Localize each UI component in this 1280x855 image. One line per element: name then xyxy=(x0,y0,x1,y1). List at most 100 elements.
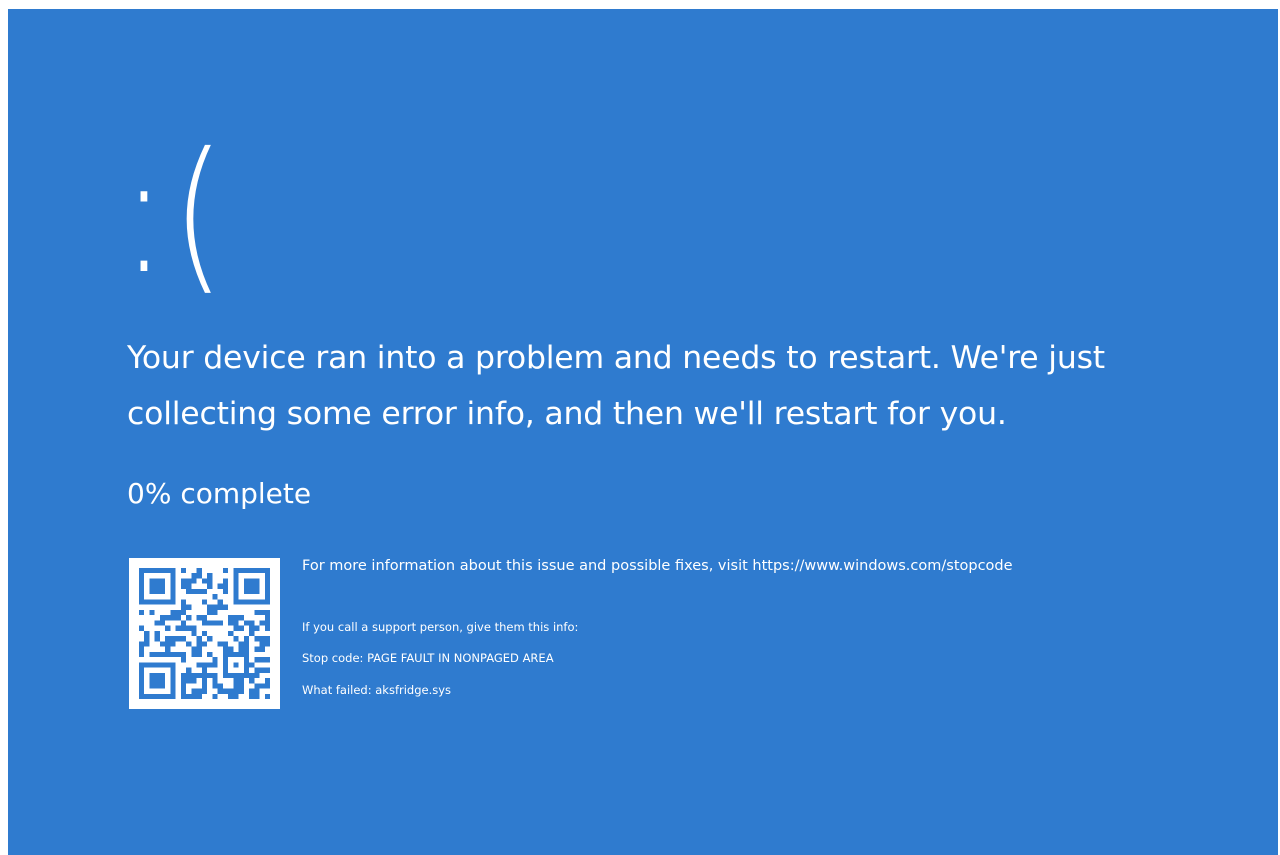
qr-module xyxy=(154,693,160,699)
qr-module xyxy=(264,641,270,647)
qr-module xyxy=(233,588,239,595)
qr-module xyxy=(170,651,176,658)
qr-module xyxy=(201,630,208,637)
qr-module xyxy=(243,651,250,658)
qr-module xyxy=(207,604,213,610)
qr-module xyxy=(207,672,213,679)
qr-module xyxy=(159,662,166,668)
qr-module xyxy=(139,683,145,689)
qr-module xyxy=(154,588,160,595)
qr-module xyxy=(217,688,223,694)
qr-module xyxy=(222,641,229,647)
qr-module xyxy=(238,615,244,621)
bsod-screen: :( Your device ran into a problem and ne… xyxy=(8,9,1278,855)
qr-module xyxy=(180,688,187,694)
qr-module xyxy=(180,583,187,589)
qr-module xyxy=(243,568,250,574)
qr-module xyxy=(259,657,265,663)
qr-module xyxy=(207,609,213,616)
qr-module xyxy=(149,693,155,699)
qr-module xyxy=(207,651,213,658)
qr-module xyxy=(170,688,176,694)
qr-module xyxy=(139,578,145,584)
qr-module xyxy=(249,678,255,684)
qr-module xyxy=(191,573,197,579)
qr-module xyxy=(170,583,176,589)
qr-module xyxy=(139,599,145,605)
qr-module xyxy=(222,646,229,652)
progress-text: 0% complete xyxy=(127,477,312,510)
qr-module xyxy=(201,667,208,673)
qr-module xyxy=(186,641,192,647)
qr-module xyxy=(249,693,255,699)
qr-module xyxy=(201,662,208,668)
qr-module xyxy=(259,636,265,642)
qr-module xyxy=(233,651,239,658)
qr-module xyxy=(233,568,239,574)
stop-code-text: Stop code: PAGE FAULT IN NONPAGED AREA xyxy=(302,651,554,665)
qr-module xyxy=(139,678,145,684)
qr-module xyxy=(170,568,176,574)
qr-module xyxy=(186,588,192,595)
qr-module xyxy=(139,573,145,579)
qr-module xyxy=(196,641,202,647)
qr-module xyxy=(170,594,176,600)
qr-module xyxy=(159,615,166,621)
qr-module xyxy=(217,583,223,589)
qr-module xyxy=(165,636,171,642)
qr-module xyxy=(228,693,234,699)
qr-module xyxy=(212,672,218,679)
qr-module xyxy=(159,620,166,626)
qr-module xyxy=(165,662,171,668)
qr-module xyxy=(243,636,250,642)
qr-module xyxy=(154,636,160,642)
qr-module xyxy=(254,646,260,652)
qr-module xyxy=(144,662,150,668)
qr-module xyxy=(238,568,244,574)
qr-module xyxy=(175,651,181,658)
qr-module xyxy=(170,636,176,642)
qr-module xyxy=(264,678,270,684)
qr-module xyxy=(264,683,270,689)
qr-module xyxy=(149,599,155,605)
qr-module xyxy=(201,588,208,595)
qr-module xyxy=(222,583,229,589)
qr-module xyxy=(196,573,202,579)
qr-module xyxy=(238,678,244,684)
qr-module xyxy=(222,588,229,595)
qr-module xyxy=(233,683,239,689)
qr-module xyxy=(228,630,234,637)
qr-module xyxy=(254,693,260,699)
qr-module xyxy=(238,625,244,631)
qr-module xyxy=(212,662,218,668)
qr-module xyxy=(196,672,202,679)
qr-module xyxy=(222,578,229,584)
qr-module xyxy=(254,625,260,631)
qr-module xyxy=(212,604,218,610)
qr-module xyxy=(186,615,192,621)
qr-module xyxy=(196,693,202,699)
qr-module xyxy=(144,636,150,642)
qr-module xyxy=(180,678,187,684)
qr-module xyxy=(191,625,197,631)
qr-module xyxy=(254,657,260,663)
qr-module xyxy=(149,583,155,589)
qr-module xyxy=(264,657,270,663)
qr-module xyxy=(264,578,270,584)
qr-module xyxy=(254,578,260,584)
qr-code-icon xyxy=(129,558,280,709)
qr-module xyxy=(186,583,192,589)
qr-module xyxy=(165,615,171,621)
qr-module xyxy=(196,646,202,652)
qr-module xyxy=(228,651,234,658)
qr-module xyxy=(139,662,145,668)
qr-module xyxy=(165,599,171,605)
qr-module xyxy=(207,620,213,626)
qr-module xyxy=(180,604,187,610)
qr-module xyxy=(222,662,229,668)
qr-module xyxy=(254,688,260,694)
qr-module xyxy=(175,609,181,616)
qr-module xyxy=(264,620,270,626)
qr-module xyxy=(170,609,176,616)
qr-module xyxy=(243,583,250,589)
